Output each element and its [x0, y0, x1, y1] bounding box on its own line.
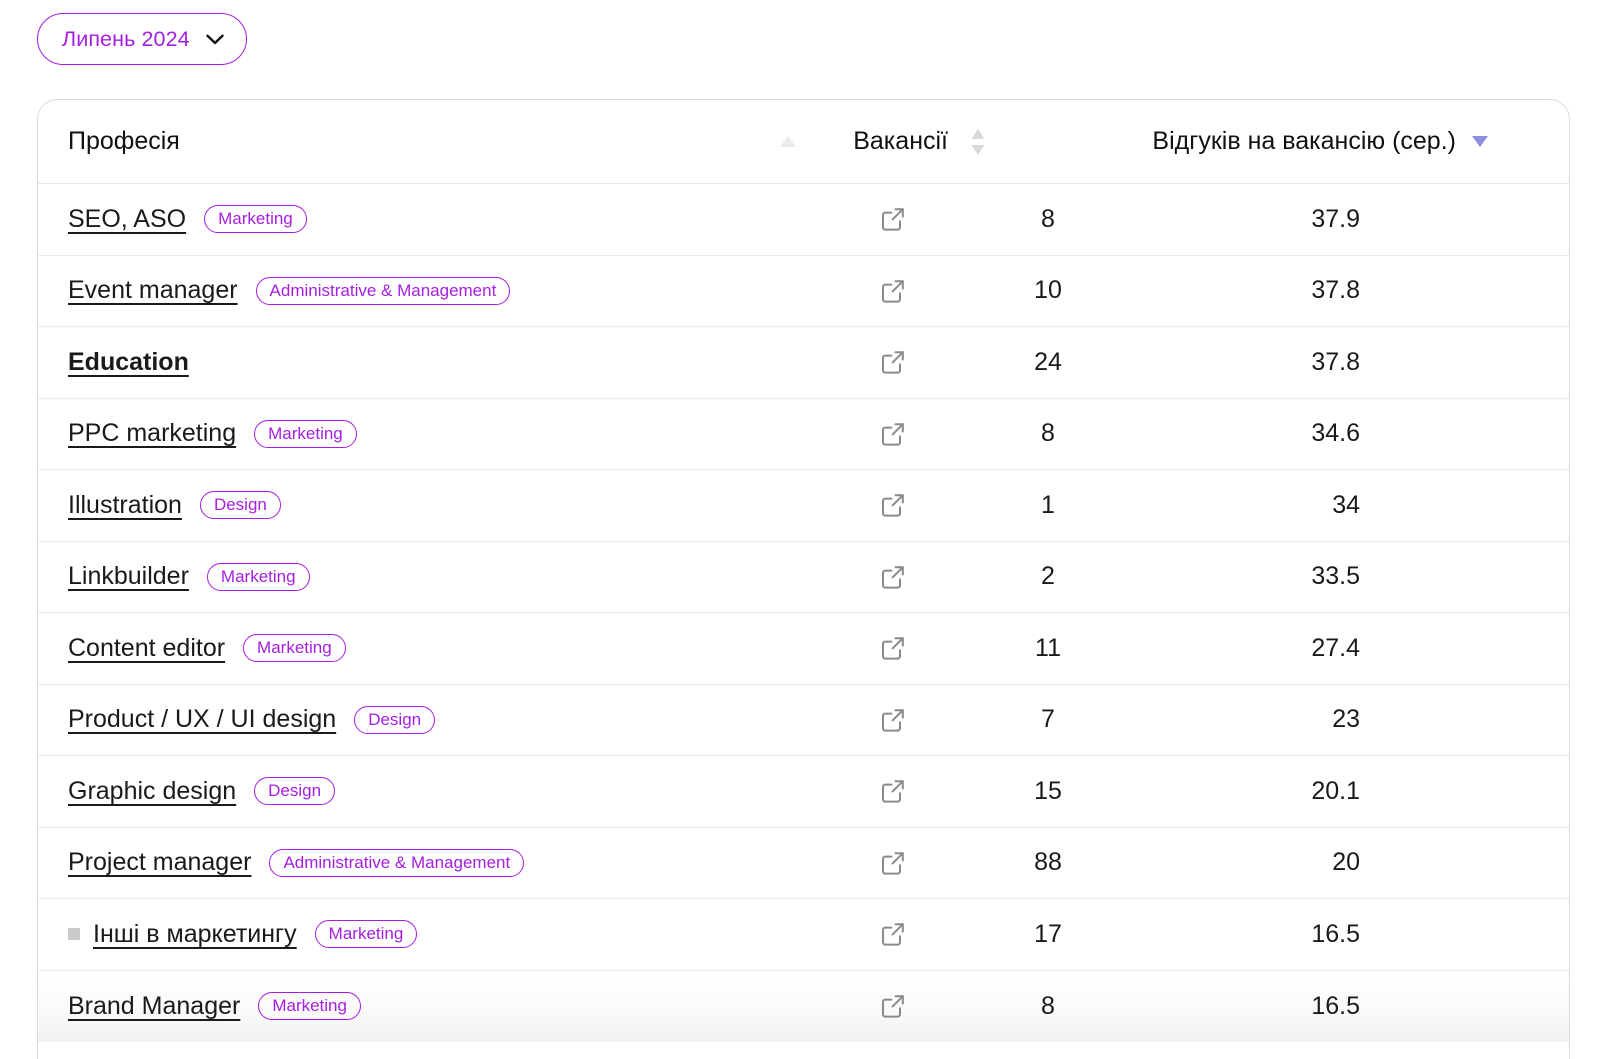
profession-cell: Graphic design Design	[38, 777, 838, 806]
responses-avg-value: 37.9	[1311, 204, 1360, 233]
responses-avg-value: 16.5	[1311, 919, 1360, 948]
responses-avg-value: 20.1	[1311, 776, 1360, 805]
external-link-icon[interactable]	[838, 564, 948, 590]
category-tag[interactable]: Marketing	[206, 562, 310, 591]
vacancies-value: 8	[1041, 419, 1055, 448]
profession-link[interactable]: Content editor	[68, 634, 225, 663]
profession-link[interactable]: Education	[68, 348, 189, 377]
sort-both-icon[interactable]	[948, 127, 1008, 157]
responses-avg-value: 27.4	[1311, 633, 1360, 662]
profession-link[interactable]: Linkbuilder	[68, 562, 189, 591]
external-link-icon[interactable]	[838, 278, 948, 304]
column-header-vacancies-label: Вакансії	[853, 127, 948, 155]
table-row[interactable]: Linkbuilder Marketing 2 33.5	[38, 542, 1569, 613]
profession-cell: PPC marketing Marketing	[38, 419, 838, 448]
external-link-icon[interactable]	[838, 993, 948, 1019]
category-tag[interactable]: Administrative & Management	[269, 848, 525, 877]
chevron-down-icon	[206, 34, 224, 45]
profession-cell: Event manager Administrative & Management	[38, 276, 838, 305]
period-selector-label: Липень 2024	[62, 26, 190, 51]
profession-link[interactable]: Project manager	[68, 848, 251, 877]
table-row[interactable]: Project manager Administrative & Manageme…	[38, 828, 1569, 899]
profession-link[interactable]: Illustration	[68, 491, 182, 520]
table-row[interactable]: PPC marketing Marketing 8 34.6	[38, 399, 1569, 470]
column-header-responses-avg[interactable]: Відгуків на вакансію (сер.)	[1148, 127, 1528, 156]
responses-avg-value: 37.8	[1311, 347, 1360, 376]
external-link-icon[interactable]	[838, 921, 948, 947]
column-header-vacancies[interactable]: Вакансії	[838, 127, 948, 156]
vacancies-value: 7	[1041, 705, 1055, 734]
profession-cell: Product / UX / UI design Design	[38, 705, 838, 734]
responses-avg-value: 34.6	[1311, 419, 1360, 448]
external-link-icon[interactable]	[838, 778, 948, 804]
external-link-icon[interactable]	[838, 707, 948, 733]
profession-link[interactable]: Інші в маркетингу	[93, 920, 297, 949]
external-link-icon[interactable]	[838, 206, 948, 232]
profession-link[interactable]: Graphic design	[68, 777, 236, 806]
responses-avg-value: 16.5	[1311, 991, 1360, 1020]
profession-cell: Brand Manager Marketing	[38, 992, 838, 1021]
profession-cell: SEO, ASO Marketing	[38, 205, 838, 234]
category-tag[interactable]: Marketing	[314, 920, 418, 949]
table-row[interactable]: Graphic design Design 15 20.1	[38, 756, 1569, 828]
table-row[interactable]: Illustration Design 1 34	[38, 470, 1569, 542]
table-row[interactable]: SEO, ASO Marketing 8 37.9	[38, 184, 1569, 256]
table-row[interactable]: Інші в маркетингу Marketing 17 16.5	[38, 899, 1569, 971]
collapse-square-icon[interactable]	[68, 928, 80, 941]
vacancies-value: 15	[1034, 776, 1062, 805]
table-header-row: Професія Вакансії Відгуків на вакансію (…	[38, 100, 1569, 184]
external-link-icon[interactable]	[838, 421, 948, 447]
vacancies-value: 17	[1034, 919, 1062, 948]
column-header-responses-avg-label: Відгуків на вакансію (сер.)	[1152, 127, 1456, 155]
vacancies-value: 10	[1034, 276, 1062, 305]
profession-link[interactable]: Product / UX / UI design	[68, 705, 336, 734]
sort-ascending-icon[interactable]	[778, 134, 838, 149]
vacancies-value: 8	[1041, 991, 1055, 1020]
vacancies-value: 24	[1034, 347, 1062, 376]
professions-table-card: Професія Вакансії Відгуків на вакансію (…	[37, 99, 1570, 1059]
external-link-icon[interactable]	[838, 349, 948, 375]
category-tag[interactable]: Marketing	[243, 634, 346, 663]
profession-cell: Content editor Marketing	[38, 634, 838, 663]
period-selector-dropdown[interactable]: Липень 2024	[37, 13, 247, 65]
external-link-icon[interactable]	[838, 492, 948, 518]
profession-cell: Linkbuilder Marketing	[38, 562, 838, 591]
external-link-icon[interactable]	[838, 635, 948, 661]
vacancies-value: 88	[1034, 848, 1062, 877]
profession-cell: Project manager Administrative & Manageme…	[38, 848, 838, 877]
profession-link[interactable]: Brand Manager	[68, 992, 240, 1021]
responses-avg-value: 33.5	[1311, 562, 1360, 591]
profession-cell: Education	[38, 348, 838, 377]
category-tag[interactable]: Marketing	[204, 205, 307, 234]
category-tag[interactable]: Marketing	[254, 419, 357, 448]
category-tag[interactable]: Design	[354, 705, 436, 734]
sort-descending-icon[interactable]	[1470, 134, 1490, 149]
table-body: SEO, ASO Marketing 8 37.9 Event manager Admin…	[38, 184, 1569, 1042]
table-row[interactable]: Brand Manager Marketing 8 16.5	[38, 970, 1569, 1042]
responses-avg-value: 37.8	[1311, 276, 1360, 305]
responses-avg-value: 23	[1332, 705, 1360, 734]
column-header-profession-label: Професія	[68, 127, 180, 155]
table-row[interactable]: Event manager Administrative & Management…	[38, 256, 1569, 327]
profession-link[interactable]: PPC marketing	[68, 419, 236, 448]
vacancies-value: 11	[1035, 633, 1061, 662]
column-header-profession[interactable]: Професія	[38, 127, 838, 156]
category-tag[interactable]: Marketing	[258, 992, 361, 1021]
category-tag[interactable]: Administrative & Management	[255, 276, 511, 305]
table-row[interactable]: Education 24 37.8	[38, 327, 1569, 399]
responses-avg-value: 34	[1332, 490, 1360, 519]
profession-cell: Інші в маркетингу Marketing	[38, 920, 838, 949]
responses-avg-value: 20	[1332, 848, 1360, 877]
table-row[interactable]: Content editor Marketing 11 27.4	[38, 613, 1569, 685]
profession-link[interactable]: Event manager	[68, 276, 238, 305]
vacancies-value: 8	[1041, 204, 1055, 233]
external-link-icon[interactable]	[838, 850, 948, 876]
vacancies-value: 2	[1041, 562, 1055, 591]
category-tag[interactable]: Design	[254, 777, 336, 806]
vacancies-value: 1	[1041, 490, 1055, 519]
profession-cell: Illustration Design	[38, 491, 838, 520]
profession-link[interactable]: SEO, ASO	[68, 205, 186, 234]
category-tag[interactable]: Design	[199, 491, 281, 520]
table-row[interactable]: Product / UX / UI design Design 7 23	[38, 685, 1569, 756]
